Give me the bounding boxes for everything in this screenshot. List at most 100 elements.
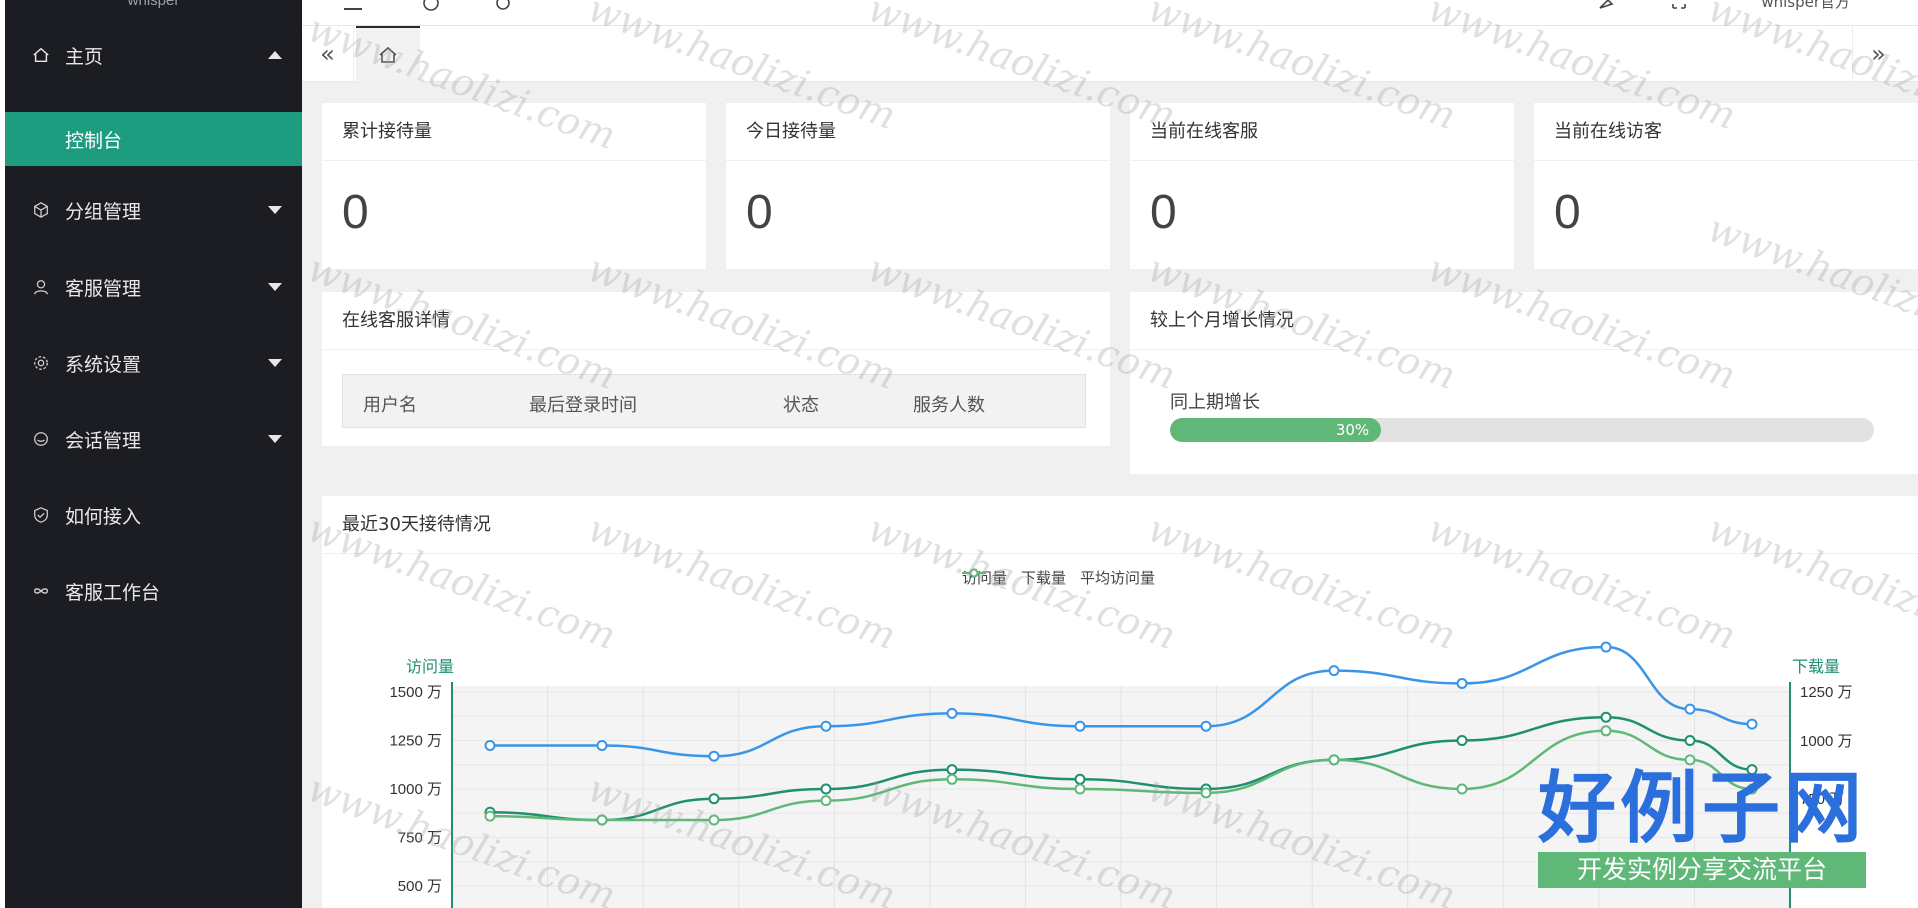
stat-title: 累计接待量 [322,103,706,161]
home-icon [379,46,397,63]
stat-value: 0 [1150,186,1177,239]
data-point [820,720,832,732]
column-header: 用户名 [363,395,417,416]
panel-title: 在线客服详情 [322,292,1110,350]
stat-card-online-agents: 当前在线客服 0 [1130,103,1514,269]
data-point [484,740,496,751]
caret-down-icon [268,359,282,367]
stat-value: 0 [1554,186,1581,239]
caret-down-icon [268,435,282,443]
stat-title: 当前在线客服 [1130,103,1514,161]
data-point [946,773,958,785]
stat-value: 0 [746,186,773,239]
data-point [596,814,608,826]
y-tick-label-right: 750 万 [1800,791,1844,808]
sidebar-item-home[interactable]: 主页 [5,27,302,83]
data-point [1746,718,1758,730]
data-point [596,740,608,751]
sidebar-item-label: 系统设置 [65,353,142,376]
data-point [946,764,958,776]
data-point [1684,735,1696,746]
menu-toggle-icon[interactable] [342,0,364,12]
data-point [1200,720,1212,732]
sidebar-item-label: 主页 [65,45,104,68]
growth-progress-fill: 30% [1170,418,1382,442]
online-agents-panel: 在线客服详情 用户名 最后登录时间 状态 服务人数 [322,292,1110,446]
tab-bar: « » [302,26,1918,82]
tab-scroll-right-button[interactable]: » [1852,26,1904,82]
sidebar-item-label: 分组管理 [65,200,142,223]
data-point [1328,665,1340,677]
data-point [820,795,832,807]
sidebar-item-integration[interactable]: 如何接入 [5,487,302,543]
panel-title: 最近30天接待情况 [322,496,1918,554]
y-tick-label-left: 750 万 [398,830,442,847]
data-point [708,750,720,762]
user-menu[interactable]: whisper官方 [1761,0,1850,12]
column-header: 状态 [783,395,819,416]
data-point [484,810,496,822]
progress-label: 同上期增长 [1170,392,1260,413]
y-axis-left-title: 访问量 [406,658,454,676]
theme-icon[interactable] [1596,0,1618,12]
data-point [1746,764,1758,776]
sidebar-item-label: 客服工作台 [65,581,161,604]
sidebar-item-agents[interactable]: 客服管理 [5,259,302,315]
line-chart: 访问量下载量1500 万1250 万1000 万750 万500 万250 万1… [389,641,1853,908]
refresh-icon[interactable] [492,0,514,12]
caret-down-icon [268,206,282,214]
data-point [1456,735,1468,746]
y-tick-label-right: 1000 万 [1800,733,1853,750]
column-header: 最后登录时间 [529,395,637,416]
data-point [1328,754,1340,766]
panel-title: 较上个月增长情况 [1130,292,1918,350]
data-point [708,814,720,826]
data-point [820,783,832,795]
sidebar: whisper 主页 控制台 分组管理 客服管理 系统设置 会话管理 如何接入 … [0,0,302,908]
tab-home[interactable] [356,26,420,82]
tab-scroll-left-button[interactable]: « [302,26,354,82]
home-icon [31,45,51,65]
growth-progress-bar: 30% [1170,418,1874,442]
link-icon [31,581,51,601]
data-point [1600,711,1612,723]
data-point [1074,773,1086,785]
sidebar-item-console[interactable]: 控制台 [5,112,302,166]
y-tick-label-left: 1250 万 [389,733,442,750]
data-point [1746,783,1758,795]
y-tick-label-right: 1250 万 [1800,684,1853,701]
sidebar-item-workbench[interactable]: 客服工作台 [5,563,302,619]
sidebar-item-label: 会话管理 [65,429,142,452]
sidebar-item-label: 控制台 [65,129,123,152]
data-point [1684,703,1696,715]
progress-percent-text: 30% [1335,421,1370,439]
y-tick-label-left: 1500 万 [389,684,442,701]
gear-icon [31,353,51,373]
data-point [1074,720,1086,732]
sidebar-item-label: 如何接入 [65,505,142,528]
stat-title: 今日接待量 [726,103,1110,161]
fullscreen-icon[interactable] [1668,0,1690,12]
sidebar-item-settings[interactable]: 系统设置 [5,335,302,391]
data-point [946,707,958,719]
globe-icon[interactable] [420,0,442,12]
caret-up-icon [268,51,282,59]
sidebar-item-sessions[interactable]: 会话管理 [5,411,302,467]
column-header: 服务人数 [913,395,985,416]
data-point [1600,725,1612,737]
caret-down-icon [268,283,282,291]
y-tick-label-left: 1000 万 [389,781,442,798]
user-icon [31,277,51,297]
sidebar-item-label: 客服管理 [65,277,142,300]
sidebar-item-groups[interactable]: 分组管理 [5,182,302,238]
y-axis-right-title: 下载量 [1792,658,1840,676]
growth-panel: 较上个月增长情况 同上期增长 30% [1130,292,1918,474]
data-point [1074,783,1086,795]
stat-title: 当前在线访客 [1534,103,1918,161]
stat-card-online-visitors: 当前在线访客 0 [1534,103,1918,269]
data-point [1456,783,1468,795]
stat-card-total: 累计接待量 0 [322,103,706,269]
data-point [1684,754,1696,766]
data-point [1200,787,1212,799]
data-point [708,793,720,805]
